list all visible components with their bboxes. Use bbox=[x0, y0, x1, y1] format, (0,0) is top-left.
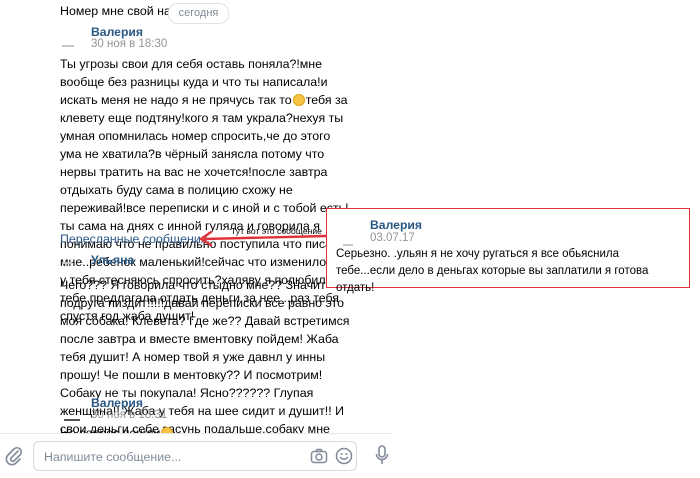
paperclip-icon[interactable] bbox=[5, 446, 23, 471]
message-author[interactable]: Валерия bbox=[91, 396, 143, 410]
message-text: Серьезно. .ульян я не хочу ругаться я вс… bbox=[336, 248, 649, 294]
avatar[interactable] bbox=[64, 419, 80, 421]
smile-icon[interactable] bbox=[335, 447, 353, 470]
message-author[interactable]: Валерия bbox=[370, 218, 422, 232]
emoji-icon bbox=[292, 94, 305, 106]
message-time[interactable]: 03.07.17 bbox=[370, 232, 415, 244]
message-author[interactable]: Валерия bbox=[91, 25, 143, 39]
message-time[interactable]: 30 ноя в 18:30 bbox=[91, 38, 167, 50]
forwarded-messages-link[interactable]: Пересланные сообщения bbox=[60, 232, 207, 246]
message-input-box[interactable] bbox=[33, 441, 357, 471]
date-divider: сегодня bbox=[168, 3, 229, 24]
avatar[interactable] bbox=[62, 45, 74, 47]
annotation-label: Тут вот это сообщение bbox=[231, 226, 322, 236]
microphone-icon[interactable] bbox=[375, 445, 389, 472]
message-input[interactable] bbox=[42, 447, 306, 467]
camera-icon[interactable] bbox=[310, 448, 328, 469]
highlight-box: Валерия 03.07.17 Серьезно. .ульян я не х… bbox=[326, 208, 690, 294]
message-composer bbox=[0, 433, 392, 478]
message-time[interactable]: 30 ноя в 18:31 bbox=[91, 409, 167, 421]
message-author[interactable]: Ульяна bbox=[91, 253, 134, 267]
message-text-part: Ты угрозы свои для себя оставь поняла?!м… bbox=[60, 57, 328, 107]
avatar[interactable] bbox=[62, 262, 72, 264]
